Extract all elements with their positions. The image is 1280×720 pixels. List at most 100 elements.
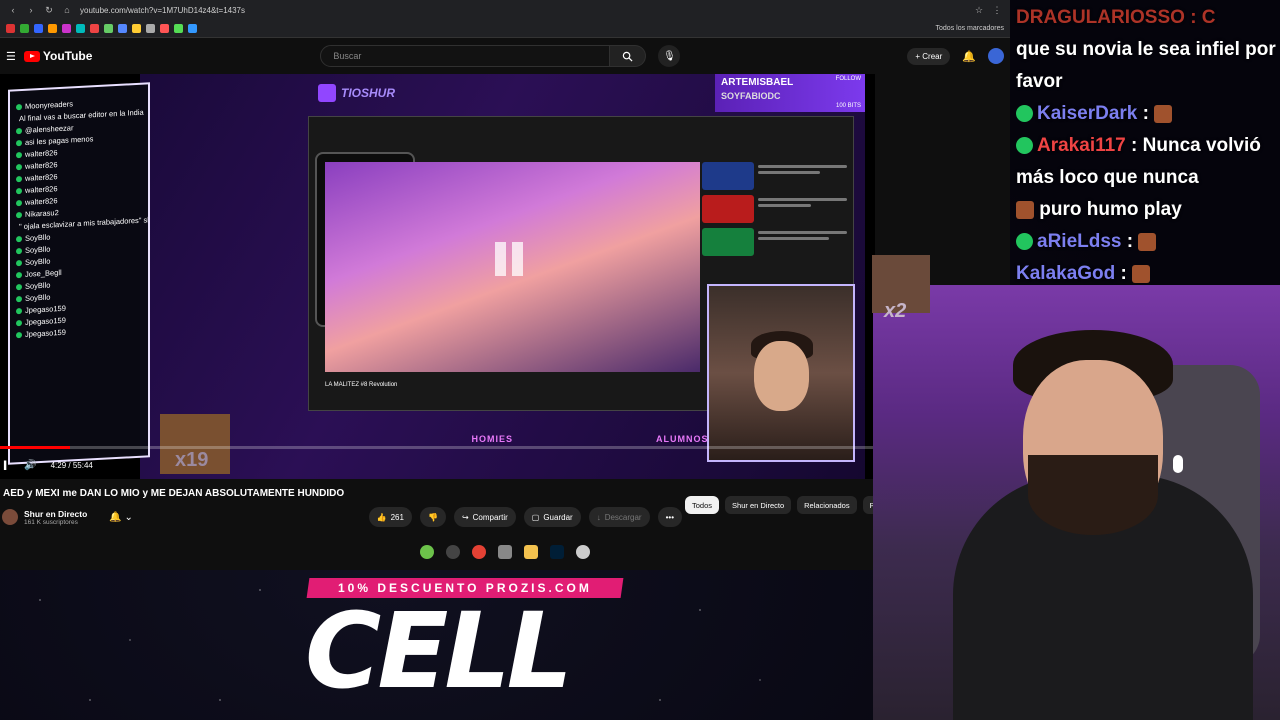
streamer-beard <box>1028 455 1158 535</box>
bookmark-icon[interactable] <box>90 24 99 33</box>
streamer-webcam <box>873 285 1280 720</box>
notifications-icon[interactable]: 🔔 <box>962 50 976 63</box>
forward-icon[interactable]: › <box>26 5 36 15</box>
search-bar: Buscar 🎙 <box>320 45 681 67</box>
play-icon[interactable]: ▍ <box>4 461 10 470</box>
chat-line-text: walter826 <box>25 148 58 159</box>
chat-badge-icon <box>1016 137 1033 155</box>
app-icon[interactable] <box>498 545 512 559</box>
channel-name[interactable]: Shur en Directo <box>24 509 87 519</box>
related-filter-chips: Todos Shur en Directo Relacionados Par <box>685 496 889 514</box>
badge-alumnos: ALUMNOS <box>655 434 709 444</box>
progress-bar[interactable] <box>0 446 875 449</box>
chat-line-text: SoyBllo <box>25 256 51 267</box>
obs-icon[interactable] <box>446 545 460 559</box>
chat-line-text: walter826 <box>25 160 58 171</box>
twitch-channel-name: TIOSHUR <box>341 86 395 100</box>
chat-message: que su novia le sea infiel por favor <box>1016 34 1276 98</box>
search-input[interactable]: Buscar <box>320 45 611 67</box>
channel-avatar[interactable] <box>2 509 18 525</box>
video-player[interactable]: TIOSHUR ARTEMISBAEL SOYFABIODC FOLLOW 10… <box>0 74 875 479</box>
inner-rec-item <box>702 162 847 190</box>
bookmark-icon[interactable] <box>48 24 57 33</box>
chat-username: KalakaGod <box>1016 263 1116 284</box>
chat-line-text: SoyBllo <box>25 280 51 291</box>
save-button[interactable]: ▢ Guardar <box>523 507 581 527</box>
inner-rec-item <box>702 195 847 223</box>
folder-icon[interactable] <box>524 545 538 559</box>
like-count: 261 <box>390 512 404 522</box>
chat-line-text: asi les pagas menos <box>25 134 94 147</box>
bookmark-icon[interactable] <box>188 24 197 33</box>
bookmark-icon[interactable] <box>132 24 141 33</box>
time-display: 4:29 / 55:44 <box>50 460 93 470</box>
chat-badge-icon <box>16 211 22 218</box>
share-button[interactable]: ↪ Compartir <box>453 507 516 527</box>
alert-banner: ARTEMISBAEL SOYFABIODC FOLLOW 100 BITS <box>715 74 865 112</box>
header-actions: + Crear 🔔 <box>907 47 1004 65</box>
app-icon[interactable] <box>576 545 590 559</box>
bookmark-icon[interactable] <box>146 24 155 33</box>
emote-icon <box>1016 200 1034 219</box>
extensions-icon[interactable]: ⋮ <box>992 5 1002 15</box>
chat-badge-icon <box>16 103 22 110</box>
video-title: AED y MEXI me DAN LO MIO y ME DEJAN ABSO… <box>3 488 345 499</box>
home-icon[interactable]: ⌂ <box>62 5 72 15</box>
emote-counter-x2: x2 <box>884 300 907 322</box>
account-avatar[interactable] <box>988 48 1004 64</box>
chat-badge-icon <box>16 127 22 134</box>
bookmark-icon[interactable] <box>62 24 71 33</box>
bookmark-icon[interactable] <box>6 24 15 33</box>
channel-row: Shur en Directo 161 K suscriptores 🔔 ⌄ 👍… <box>2 505 682 529</box>
emote-counter-x19: x19 <box>175 449 209 471</box>
bookmark-icon[interactable] <box>160 24 169 33</box>
chat-line-text: Moonyreaders <box>25 99 73 111</box>
create-button[interactable]: + Crear <box>907 47 951 65</box>
url-field[interactable]: youtube.com/watch?v=1M7UhD14z4&t=1437s <box>80 6 966 15</box>
chat-line-text: SoyBllo <box>25 292 51 303</box>
chat-badge-icon <box>16 247 22 254</box>
chat-badge-icon <box>1016 233 1033 251</box>
microphone-icon[interactable]: 🎙 <box>658 45 681 67</box>
chat-message: KalakaGod : <box>1016 258 1276 290</box>
volume-icon[interactable]: 🔊 <box>24 460 36 471</box>
bookmark-icon[interactable] <box>104 24 113 33</box>
all-bookmarks-label[interactable]: Todos los marcadores <box>936 25 1004 32</box>
download-button[interactable]: ↓ Descargar <box>588 507 650 527</box>
chat-text: que su novia le sea infiel por favor <box>1016 39 1276 92</box>
bookmark-icon[interactable] <box>174 24 183 33</box>
chrome-icon[interactable] <box>472 545 486 559</box>
chat-username: Arakai117 <box>1037 135 1126 156</box>
bookmark-icon[interactable] <box>34 24 43 33</box>
subscribe-bell-icon[interactable]: 🔔 ⌄ <box>109 512 133 523</box>
photoshop-icon[interactable] <box>550 545 564 559</box>
more-actions-button[interactable]: ••• <box>657 507 682 527</box>
back-icon[interactable]: ‹ <box>8 5 18 15</box>
star-icon[interactable]: ☆ <box>974 5 984 15</box>
bookmark-icon[interactable] <box>20 24 29 33</box>
bookmark-icon[interactable] <box>118 24 127 33</box>
app-icon[interactable] <box>420 545 434 559</box>
reload-icon[interactable]: ↻ <box>44 5 54 15</box>
youtube-play-icon <box>23 50 40 62</box>
chip-shur-en-directo[interactable]: Shur en Directo <box>725 496 792 514</box>
dislike-button[interactable]: 👎 <box>419 507 446 527</box>
search-button[interactable] <box>610 45 647 67</box>
thumbs-up-icon: 👍 <box>376 512 387 522</box>
stream-screen: ‹ › ↻ ⌂ youtube.com/watch?v=1M7UhD14z4&t… <box>0 0 1280 720</box>
chat-line-text: walter826 <box>25 172 58 183</box>
like-button[interactable]: 👍 261 <box>368 507 412 527</box>
chip-relacionados[interactable]: Relacionados <box>797 496 857 514</box>
chat-line-text: SoyBllo <box>25 244 51 255</box>
badge-homies: HOMIES <box>471 434 513 444</box>
chat-line-text: walter826 <box>25 184 58 195</box>
menu-icon[interactable]: ☰ <box>6 50 16 63</box>
chip-todos[interactable]: Todos <box>685 496 720 514</box>
youtube-logo[interactable]: YouTube <box>23 49 92 63</box>
subscriber-count: 161 K suscriptores <box>24 518 78 526</box>
bookmark-icon[interactable] <box>76 24 85 33</box>
create-label: Crear <box>922 51 943 61</box>
twitch-icon <box>318 84 336 102</box>
chat-badge-icon <box>16 259 22 266</box>
chat-line-text: SoyBllo <box>25 232 51 243</box>
